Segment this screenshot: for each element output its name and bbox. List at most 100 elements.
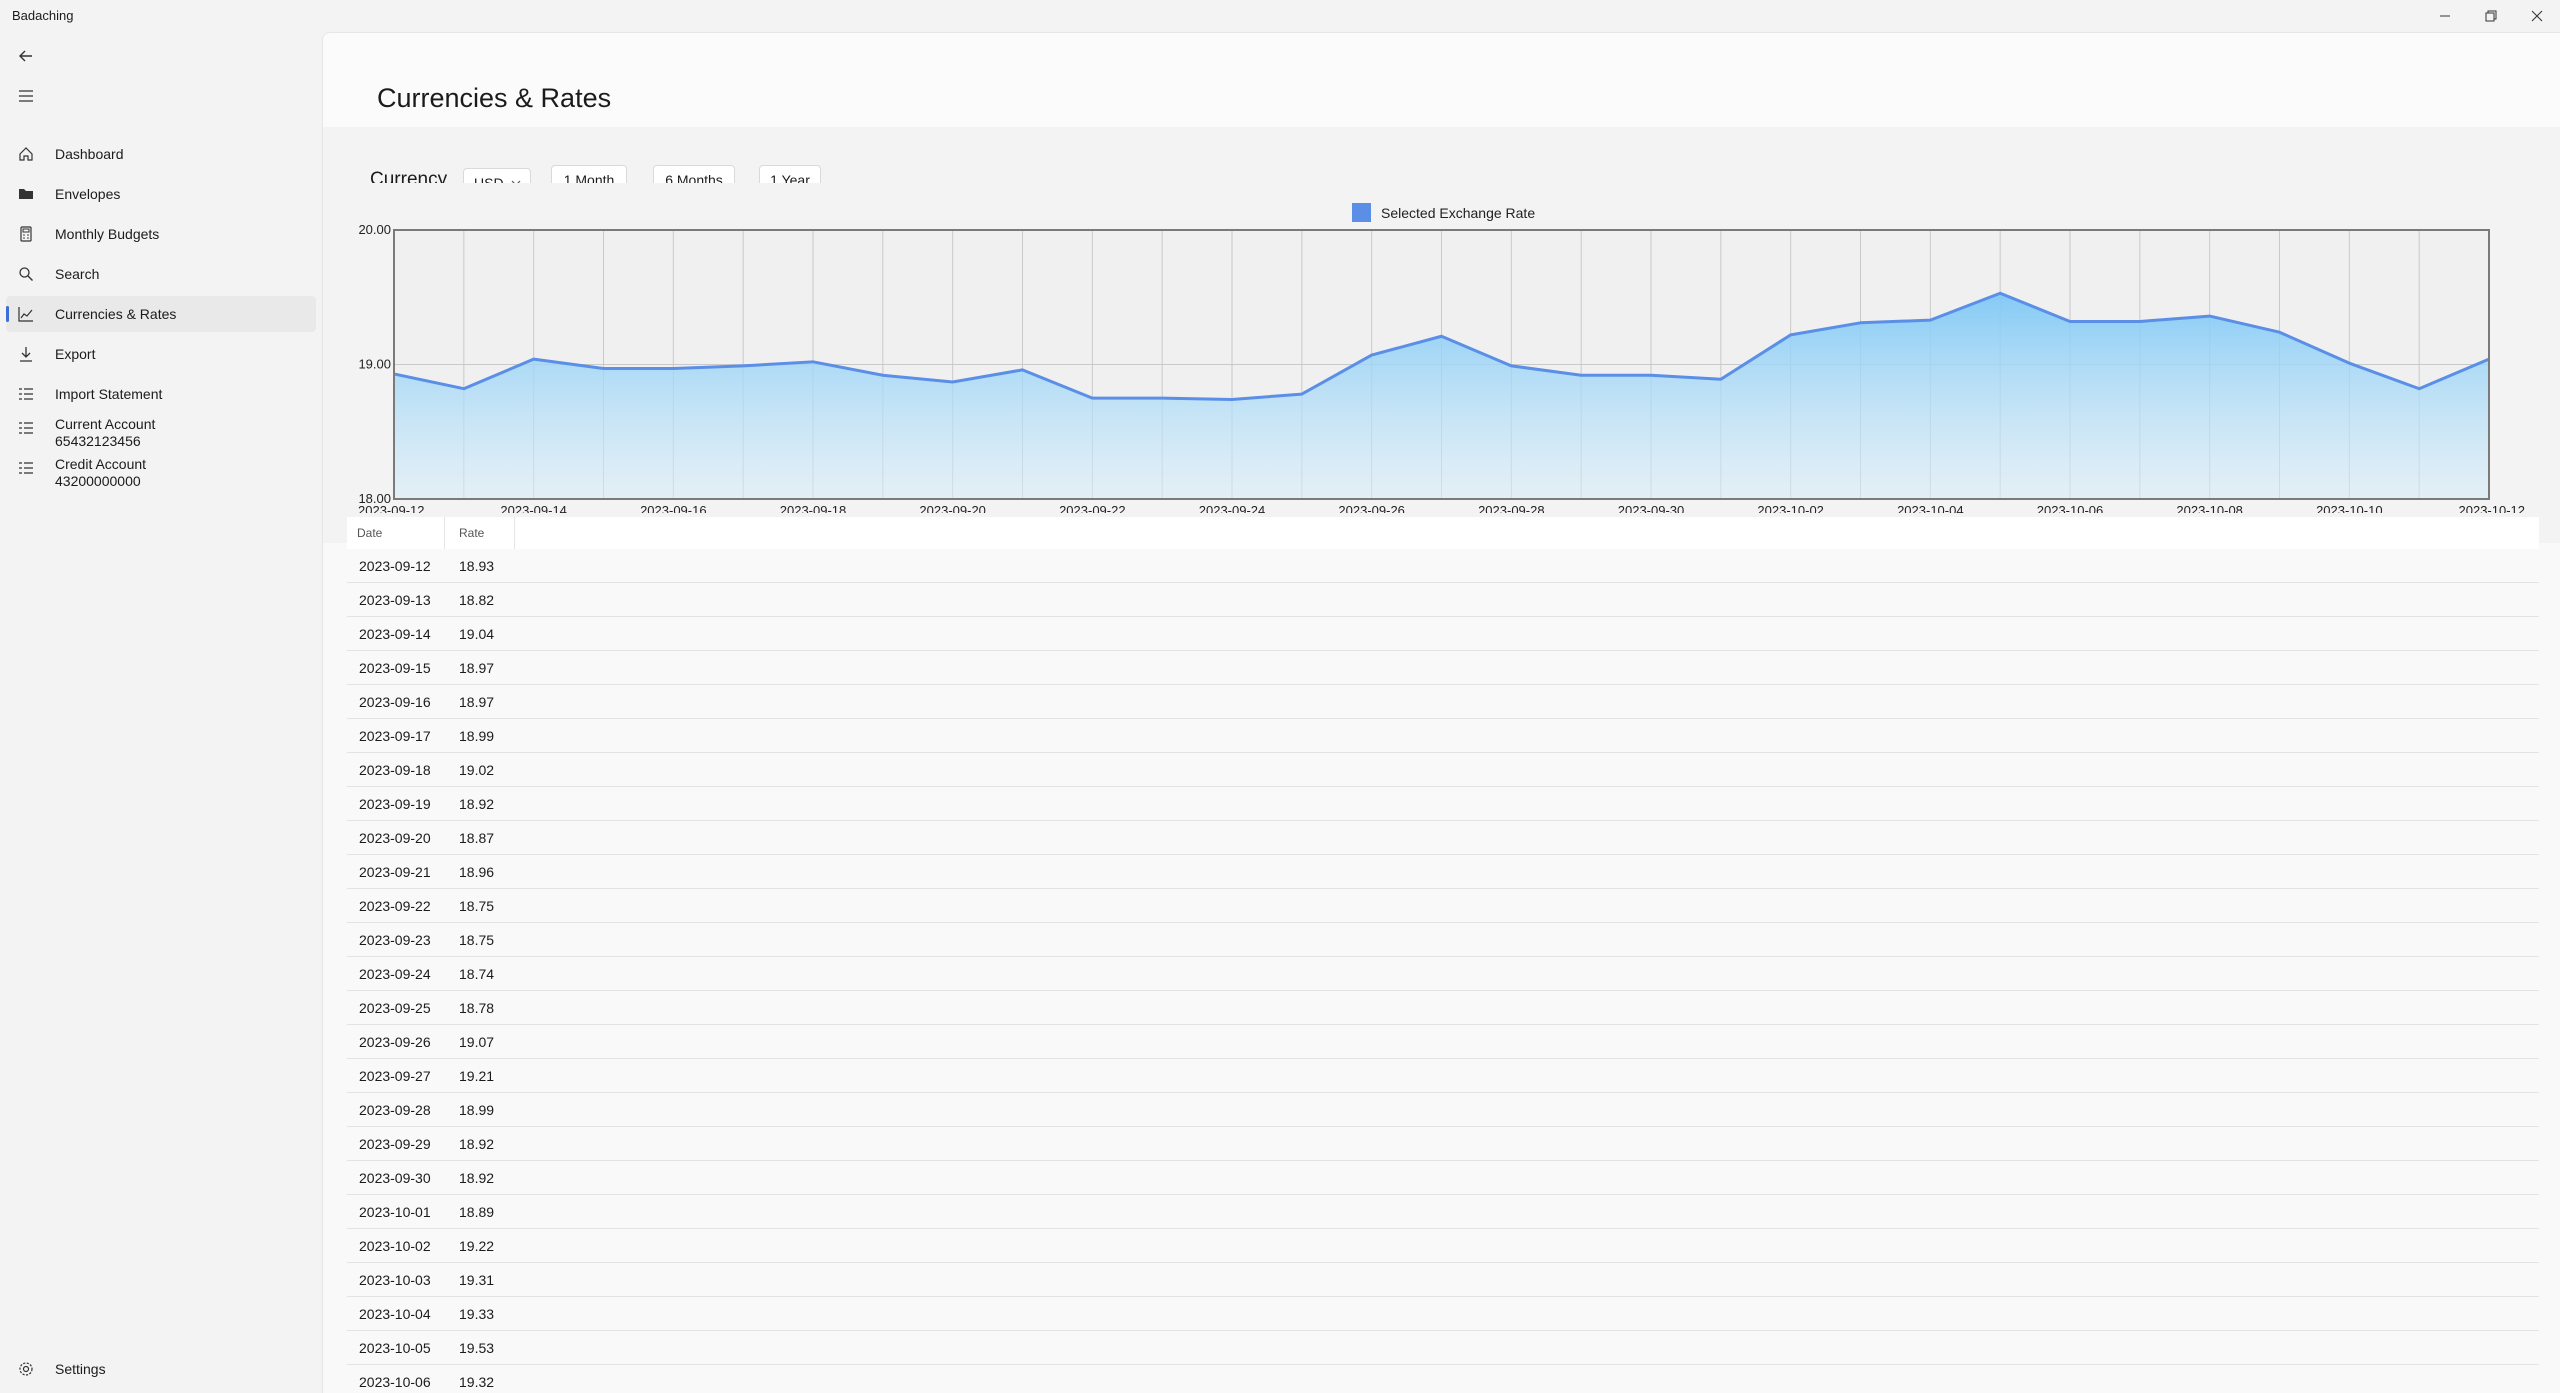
- table-row[interactable]: 2023-09-23 18.75: [347, 923, 2539, 957]
- table-row[interactable]: 2023-09-21 18.96: [347, 855, 2539, 889]
- table-row[interactable]: 2023-09-15 18.97: [347, 651, 2539, 685]
- nav-account-current[interactable]: Current Account 65432123456: [6, 416, 316, 456]
- x-tick-label: 2023-09-20: [919, 503, 986, 513]
- table-row[interactable]: 2023-09-14 19.04: [347, 617, 2539, 651]
- table-row[interactable]: 2023-10-04 19.33: [347, 1297, 2539, 1331]
- column-header-rate[interactable]: Rate: [445, 517, 515, 549]
- account-name: Current Account: [55, 416, 156, 432]
- column-header-date[interactable]: Date: [347, 517, 445, 549]
- back-button[interactable]: [8, 38, 44, 74]
- cell-rate: 18.93: [459, 557, 495, 574]
- close-button[interactable]: [2514, 0, 2560, 32]
- cell-date: 2023-09-16: [359, 693, 431, 710]
- table-row[interactable]: 2023-09-19 18.92: [347, 787, 2539, 821]
- x-tick-label: 2023-10-04: [1897, 503, 1964, 513]
- cell-rate: 18.92: [459, 1135, 495, 1152]
- cell-date: 2023-10-02: [359, 1237, 431, 1254]
- cell-rate: 19.33: [459, 1305, 495, 1322]
- x-tick-label: 2023-09-24: [1199, 503, 1266, 513]
- cell-date: 2023-09-20: [359, 829, 431, 846]
- menu-toggle-button[interactable]: [8, 78, 44, 114]
- download-icon: [17, 345, 35, 363]
- table-row[interactable]: 2023-10-01 18.89: [347, 1195, 2539, 1229]
- y-tick-label: 19.00: [358, 357, 391, 372]
- nav-label: Monthly Budgets: [55, 226, 160, 242]
- x-tick-label: 2023-09-18: [780, 503, 847, 513]
- cell-rate: 19.02: [459, 761, 495, 778]
- cell-rate: 18.75: [459, 931, 495, 948]
- nav-envelopes[interactable]: Envelopes: [6, 176, 316, 212]
- chart-icon: [17, 305, 35, 323]
- nav-dashboard[interactable]: Dashboard: [6, 136, 316, 172]
- x-tick-label: 2023-09-14: [500, 503, 566, 513]
- cell-date: 2023-09-12: [359, 557, 431, 574]
- legend-label: Selected Exchange Rate: [1381, 205, 1535, 221]
- cell-date: 2023-10-05: [359, 1339, 431, 1356]
- cell-date: 2023-09-24: [359, 965, 431, 982]
- nav-settings[interactable]: Settings: [6, 1351, 316, 1387]
- table-row[interactable]: 2023-09-18 19.02: [347, 753, 2539, 787]
- cell-rate: 18.92: [459, 795, 495, 812]
- table-row[interactable]: 2023-09-24 18.74: [347, 957, 2539, 991]
- cell-rate: 19.04: [459, 625, 495, 642]
- table-row[interactable]: 2023-09-20 18.87: [347, 821, 2539, 855]
- cell-date: 2023-09-13: [359, 591, 431, 608]
- cell-date: 2023-10-03: [359, 1271, 431, 1288]
- list-icon: [17, 385, 35, 403]
- cell-rate: 18.97: [459, 659, 495, 676]
- table-row[interactable]: 2023-09-13 18.82: [347, 583, 2539, 617]
- navigation-pane: Dashboard Envelopes Monthly Budgets Sear…: [0, 32, 320, 1392]
- table-row[interactable]: 2023-10-03 19.31: [347, 1263, 2539, 1297]
- table-row[interactable]: 2023-09-30 18.92: [347, 1161, 2539, 1195]
- legend-swatch: [1352, 203, 1371, 222]
- cell-rate: 19.07: [459, 1033, 495, 1050]
- x-tick-label: 2023-10-12: [2459, 503, 2526, 513]
- table-row[interactable]: 2023-10-06 19.32: [347, 1365, 2539, 1393]
- restore-button[interactable]: [2468, 0, 2514, 32]
- table-header: Date Rate: [347, 517, 2539, 549]
- nav-monthly-budgets[interactable]: Monthly Budgets: [6, 216, 316, 252]
- account-number: 65432123456: [55, 433, 141, 449]
- nav-label: Currencies & Rates: [55, 306, 177, 322]
- cell-rate: 19.32: [459, 1373, 495, 1390]
- cell-rate: 18.99: [459, 1101, 495, 1118]
- cell-rate: 18.87: [459, 829, 495, 846]
- home-icon: [17, 145, 35, 163]
- table-row[interactable]: 2023-09-27 19.21: [347, 1059, 2539, 1093]
- list-icon: [17, 459, 35, 477]
- cell-date: 2023-10-01: [359, 1203, 431, 1220]
- nav-currencies-rates[interactable]: Currencies & Rates: [6, 296, 316, 332]
- table-row[interactable]: 2023-10-05 19.53: [347, 1331, 2539, 1365]
- cell-rate: 18.74: [459, 965, 495, 982]
- calculator-icon: [17, 225, 35, 243]
- table-row[interactable]: 2023-09-29 18.92: [347, 1127, 2539, 1161]
- table-row[interactable]: 2023-09-22 18.75: [347, 889, 2539, 923]
- cell-date: 2023-09-15: [359, 659, 431, 676]
- cell-date: 2023-09-22: [359, 897, 431, 914]
- table-row[interactable]: 2023-09-28 18.99: [347, 1093, 2539, 1127]
- table-row[interactable]: 2023-09-17 18.99: [347, 719, 2539, 753]
- restore-icon: [2485, 10, 2497, 22]
- app-title: Badaching: [12, 8, 74, 23]
- nav-export[interactable]: Export: [6, 336, 316, 372]
- nav-import-statement[interactable]: Import Statement: [6, 376, 316, 412]
- cell-rate: 18.82: [459, 591, 495, 608]
- table-row[interactable]: 2023-09-16 18.97: [347, 685, 2539, 719]
- folder-icon: [17, 185, 35, 203]
- x-tick-label: 2023-10-10: [2316, 503, 2383, 513]
- table-row[interactable]: 2023-09-26 19.07: [347, 1025, 2539, 1059]
- nav-account-credit[interactable]: Credit Account 43200000000: [6, 456, 316, 496]
- table-row[interactable]: 2023-10-02 19.22: [347, 1229, 2539, 1263]
- minimize-button[interactable]: [2422, 0, 2468, 32]
- cell-date: 2023-10-06: [359, 1373, 431, 1390]
- rates-table: Date Rate 2023-09-12 18.93 2023-09-13 18.82…: [347, 517, 2539, 1393]
- chart-svg: 18.0019.0020.002023-09-12 2023-09-14 2023-…: [358, 203, 2526, 513]
- nav-search[interactable]: Search: [6, 256, 316, 292]
- cell-date: 2023-09-17: [359, 727, 431, 744]
- x-tick-label: 2023-09-22: [1059, 503, 1126, 513]
- table-row[interactable]: 2023-09-25 18.78: [347, 991, 2539, 1025]
- table-row[interactable]: 2023-09-12 18.93: [347, 549, 2539, 583]
- cell-date: 2023-10-04: [359, 1305, 431, 1322]
- x-tick-label: 2023-09-30: [1618, 503, 1685, 513]
- cell-date: 2023-09-29: [359, 1135, 431, 1152]
